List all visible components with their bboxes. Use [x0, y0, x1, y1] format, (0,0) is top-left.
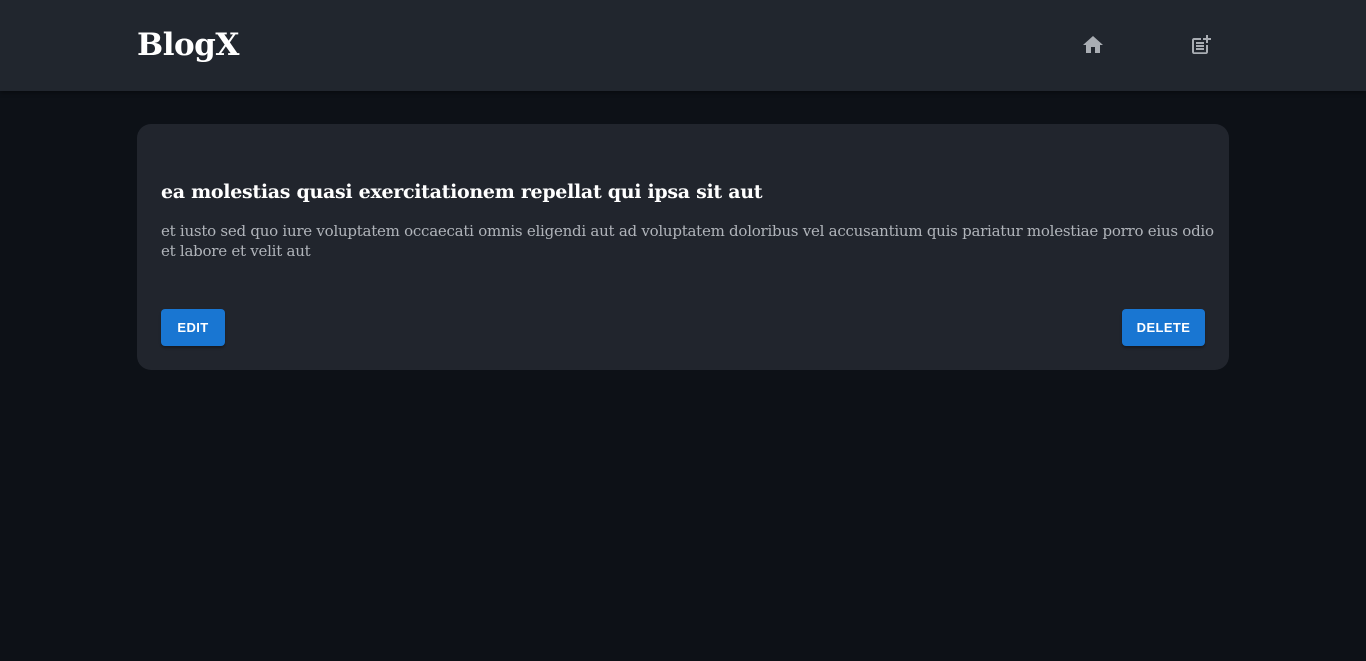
post-body: et iusto sed quo iure voluptatem occaeca…	[161, 222, 1214, 260]
post-add-icon	[1189, 33, 1213, 57]
app-bar: BlogX	[0, 0, 1366, 91]
delete-button[interactable]: DELETE	[1122, 309, 1205, 346]
brand-logo[interactable]: BlogX	[137, 25, 239, 65]
new-post-button[interactable]	[1181, 25, 1221, 65]
post-title: ea molestias quasi exercitationem repell…	[161, 181, 763, 203]
home-button[interactable]	[1073, 25, 1113, 65]
post-card: ea molestias quasi exercitationem repell…	[137, 124, 1229, 370]
home-icon	[1081, 33, 1105, 57]
edit-button[interactable]: EDIT	[161, 309, 225, 346]
